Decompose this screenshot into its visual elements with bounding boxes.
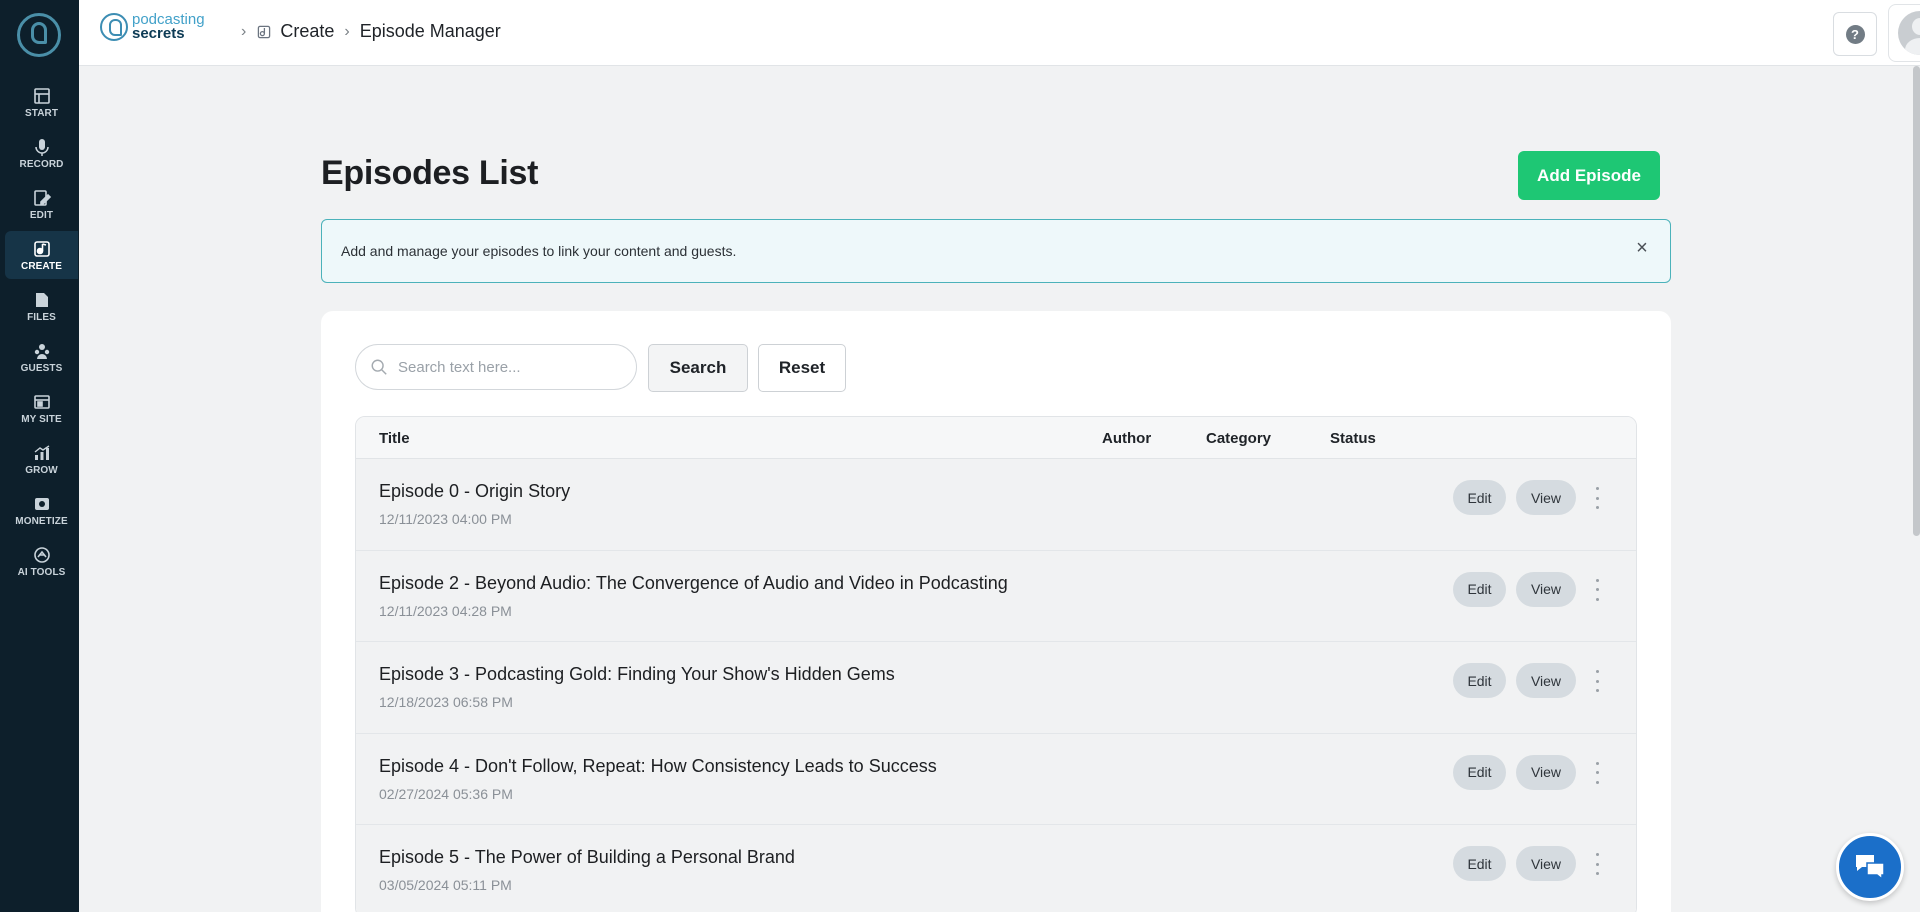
brand-logo[interactable]: podcasting secrets: [100, 12, 205, 42]
chat-launcher-button[interactable]: [1836, 833, 1904, 901]
sidebar-item-label: MY SITE: [21, 414, 62, 425]
view-button[interactable]: View: [1516, 571, 1576, 607]
episode-title[interactable]: Episode 4 - Don't Follow, Repeat: How Co…: [379, 756, 937, 777]
search-icon: [371, 359, 387, 375]
sidebar-item-label: GUESTS: [20, 363, 63, 374]
view-button[interactable]: View: [1516, 846, 1576, 881]
search-box: [355, 344, 637, 390]
more-options-icon[interactable]: [1592, 578, 1602, 601]
episode-date: 02/27/2024 05:36 PM: [379, 785, 513, 802]
sidebar-item-label: FILES: [27, 312, 56, 323]
chat-icon: [1856, 855, 1885, 881]
episodes-table: Title Author Category Status Episode 0 -…: [355, 416, 1637, 912]
sidebar-item-create[interactable]: CREATE: [5, 231, 78, 279]
sidebar-item-label: EDIT: [29, 210, 54, 221]
sidebar: START RECORD EDIT CREATE FILES GUESTS MY…: [0, 0, 79, 912]
help-button[interactable]: ?: [1833, 12, 1877, 56]
monetize-icon: [34, 498, 49, 510]
edit-button[interactable]: Edit: [1453, 754, 1506, 790]
info-banner: Add and manage your episodes to link you…: [321, 219, 1671, 283]
breadcrumb-episode-manager: Episode Manager: [359, 21, 501, 41]
app-logo[interactable]: [17, 13, 61, 57]
column-category[interactable]: Category: [1206, 430, 1271, 447]
sidebar-item-ai-tools[interactable]: AI TOOLS: [5, 537, 78, 585]
table-row: Episode 4 - Don't Follow, Repeat: How Co…: [356, 733, 1636, 825]
sidebar-item-label: CREATE: [21, 261, 62, 272]
more-options-icon[interactable]: [1592, 487, 1602, 509]
edit-button[interactable]: Edit: [1453, 663, 1506, 698]
edit-icon: [33, 190, 51, 206]
table-row: Episode 0 - Origin Story 12/11/2023 04:0…: [356, 459, 1636, 551]
sidebar-item-guests[interactable]: GUESTS: [5, 333, 78, 381]
top-bar: podcasting secrets › Create › Episode Ma…: [79, 0, 1920, 66]
help-icon: ?: [1845, 24, 1865, 44]
more-options-icon[interactable]: [1592, 853, 1602, 875]
sidebar-item-edit[interactable]: EDIT: [5, 180, 78, 228]
reset-button[interactable]: Reset: [758, 344, 846, 392]
my-site-icon: [33, 395, 50, 409]
chevron-right-icon: ›: [344, 22, 350, 40]
sidebar-item-label: START: [24, 108, 59, 119]
grow-icon: [34, 445, 49, 460]
table-row: Episode 5 - The Power of Building a Pers…: [356, 825, 1636, 912]
episode-date: 12/18/2023 06:58 PM: [379, 694, 513, 710]
sidebar-item-label: MONETIZE: [15, 516, 68, 527]
files-icon: [35, 293, 48, 307]
brand-line-2: secrets: [132, 25, 185, 42]
edit-button[interactable]: Edit: [1453, 571, 1506, 607]
episode-title[interactable]: Episode 3 - Podcasting Gold: Finding You…: [379, 664, 895, 685]
guests-icon: [34, 344, 49, 359]
breadcrumb-create[interactable]: Create: [280, 21, 334, 42]
close-icon[interactable]: ×: [1632, 237, 1652, 259]
table-header: Title Author Category Status: [356, 417, 1636, 459]
search-button[interactable]: Search: [648, 344, 748, 392]
sidebar-item-label: AI TOOLS: [17, 567, 66, 578]
episode-title[interactable]: Episode 0 - Origin Story: [379, 481, 570, 502]
user-menu-button[interactable]: ⌄: [1888, 4, 1920, 62]
sidebar-item-label: GROW: [25, 465, 58, 476]
table-row: Episode 2 - Beyond Audio: The Convergenc…: [356, 550, 1636, 642]
episode-date: 03/05/2024 05:11 PM: [379, 877, 512, 893]
edit-button[interactable]: Edit: [1453, 846, 1506, 881]
avatar: [1898, 11, 1920, 55]
start-icon: [33, 88, 50, 104]
sidebar-item-start[interactable]: START: [5, 78, 78, 126]
brand-mark-icon: [100, 13, 128, 41]
sidebar-item-record[interactable]: RECORD: [5, 129, 78, 177]
more-options-icon[interactable]: [1592, 761, 1602, 784]
sidebar-item-monetize[interactable]: MONETIZE: [5, 486, 78, 534]
view-button[interactable]: View: [1516, 480, 1576, 515]
view-button[interactable]: View: [1516, 663, 1576, 698]
column-status[interactable]: Status: [1330, 430, 1376, 447]
sidebar-item-my-site[interactable]: MY SITE: [5, 384, 78, 432]
search-input[interactable]: [398, 356, 628, 378]
microphone-icon: [34, 139, 49, 156]
sidebar-item-files[interactable]: FILES: [5, 282, 78, 330]
episodes-card: Search Reset Title Author Category Statu…: [321, 311, 1671, 912]
create-icon: [258, 25, 271, 38]
episode-date: 12/11/2023 04:28 PM: [379, 602, 512, 619]
page-title: Episodes List: [321, 154, 539, 192]
view-button[interactable]: View: [1516, 754, 1576, 790]
page-scrollbar[interactable]: [1913, 66, 1920, 536]
ai-tools-icon: [33, 547, 50, 563]
info-text: Add and manage your episodes to link you…: [341, 243, 737, 259]
sidebar-item-grow[interactable]: GROW: [5, 435, 78, 483]
chevron-right-icon: ›: [241, 22, 247, 40]
episode-title[interactable]: Episode 5 - The Power of Building a Pers…: [379, 847, 795, 868]
episode-date: 12/11/2023 04:00 PM: [379, 511, 512, 527]
column-title[interactable]: Title: [379, 430, 410, 447]
add-episode-button[interactable]: Add Episode: [1518, 151, 1660, 200]
sidebar-item-label: RECORD: [19, 159, 64, 170]
episode-title[interactable]: Episode 2 - Beyond Audio: The Convergenc…: [379, 573, 1008, 594]
table-row: Episode 3 - Podcasting Gold: Finding You…: [356, 642, 1636, 734]
column-author[interactable]: Author: [1102, 430, 1151, 447]
more-options-icon[interactable]: [1592, 670, 1602, 692]
breadcrumb: › Create › Episode Manager: [231, 21, 501, 42]
create-icon: [33, 241, 50, 257]
edit-button[interactable]: Edit: [1453, 480, 1506, 515]
